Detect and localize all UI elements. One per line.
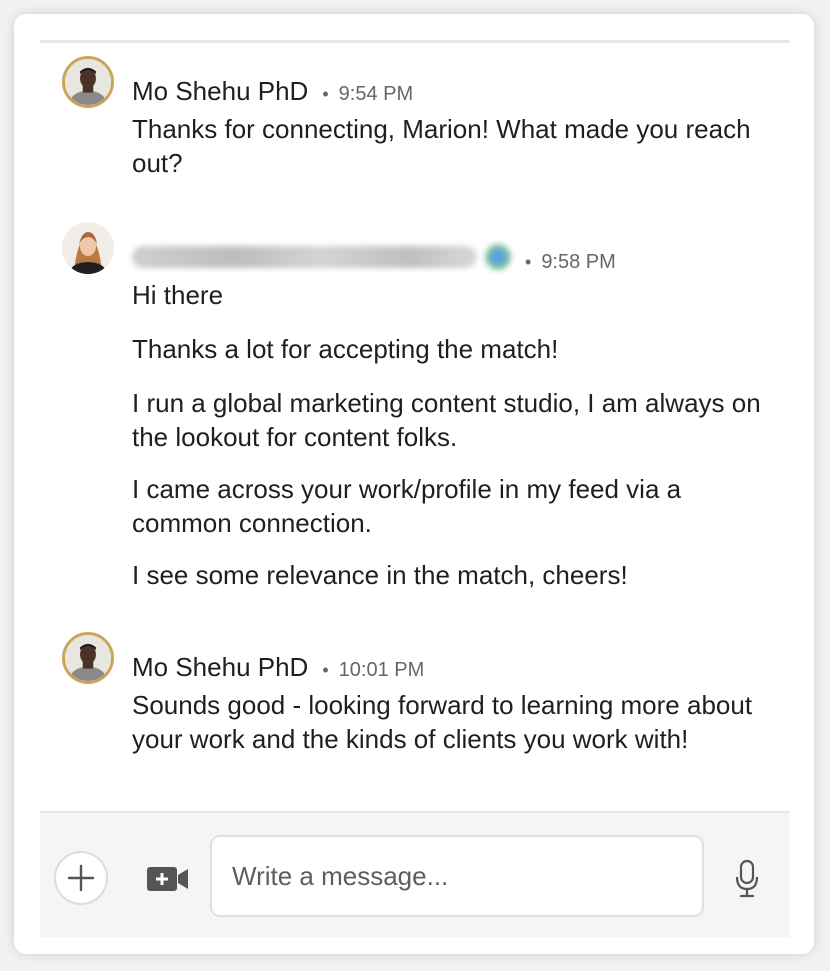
message-paragraph: Thanks for connecting, Marion! What made…	[132, 114, 751, 178]
avatar[interactable]	[62, 222, 114, 274]
message-paragraph: Sounds good - looking forward to learnin…	[132, 690, 753, 754]
message-body: Hi there Thanks a lot for accepting the …	[132, 278, 762, 592]
blurred-name-bar	[132, 246, 477, 268]
avatar-man-image	[65, 59, 111, 105]
separator-dot: •	[322, 84, 329, 104]
add-attachment-button[interactable]	[54, 851, 108, 905]
microphone-icon	[735, 859, 759, 898]
message-body: Sounds good - looking forward to learnin…	[132, 688, 762, 756]
separator-dot: •	[525, 252, 532, 272]
separator-dot: •	[322, 660, 329, 680]
avatar-man-image	[65, 635, 111, 681]
sender-name[interactable]: Mo Shehu PhD	[132, 652, 308, 683]
blurred-sender-name[interactable]	[132, 244, 511, 270]
message-timestamp: 9:58 PM	[541, 251, 616, 273]
message-timestamp: 9:54 PM	[338, 83, 414, 105]
sender-name[interactable]: Mo Shehu PhD	[132, 76, 308, 107]
voice-message-button[interactable]	[734, 859, 760, 899]
video-icon	[147, 867, 188, 891]
message-paragraph: Thanks a lot for accepting the match!	[132, 334, 559, 364]
message-input[interactable]	[210, 835, 704, 917]
top-divider	[40, 40, 790, 43]
message-timestamp: 10:01 PM	[338, 659, 425, 681]
video-call-button[interactable]	[146, 863, 190, 895]
badge-icon	[485, 244, 511, 270]
avatar[interactable]	[62, 56, 114, 108]
message-paragraph: I see some relevance in the match, cheer…	[132, 560, 628, 590]
message-paragraph: I run a global marketing content studio,…	[132, 388, 761, 452]
message-paragraph: I came across your work/profile in my fe…	[132, 474, 682, 538]
avatar[interactable]	[62, 632, 114, 684]
avatar-woman-image	[62, 222, 114, 274]
message-composer	[40, 811, 790, 937]
plus-icon	[67, 864, 95, 892]
message-body: Thanks for connecting, Marion! What made…	[132, 112, 762, 180]
message-paragraph: Hi there	[132, 280, 224, 310]
